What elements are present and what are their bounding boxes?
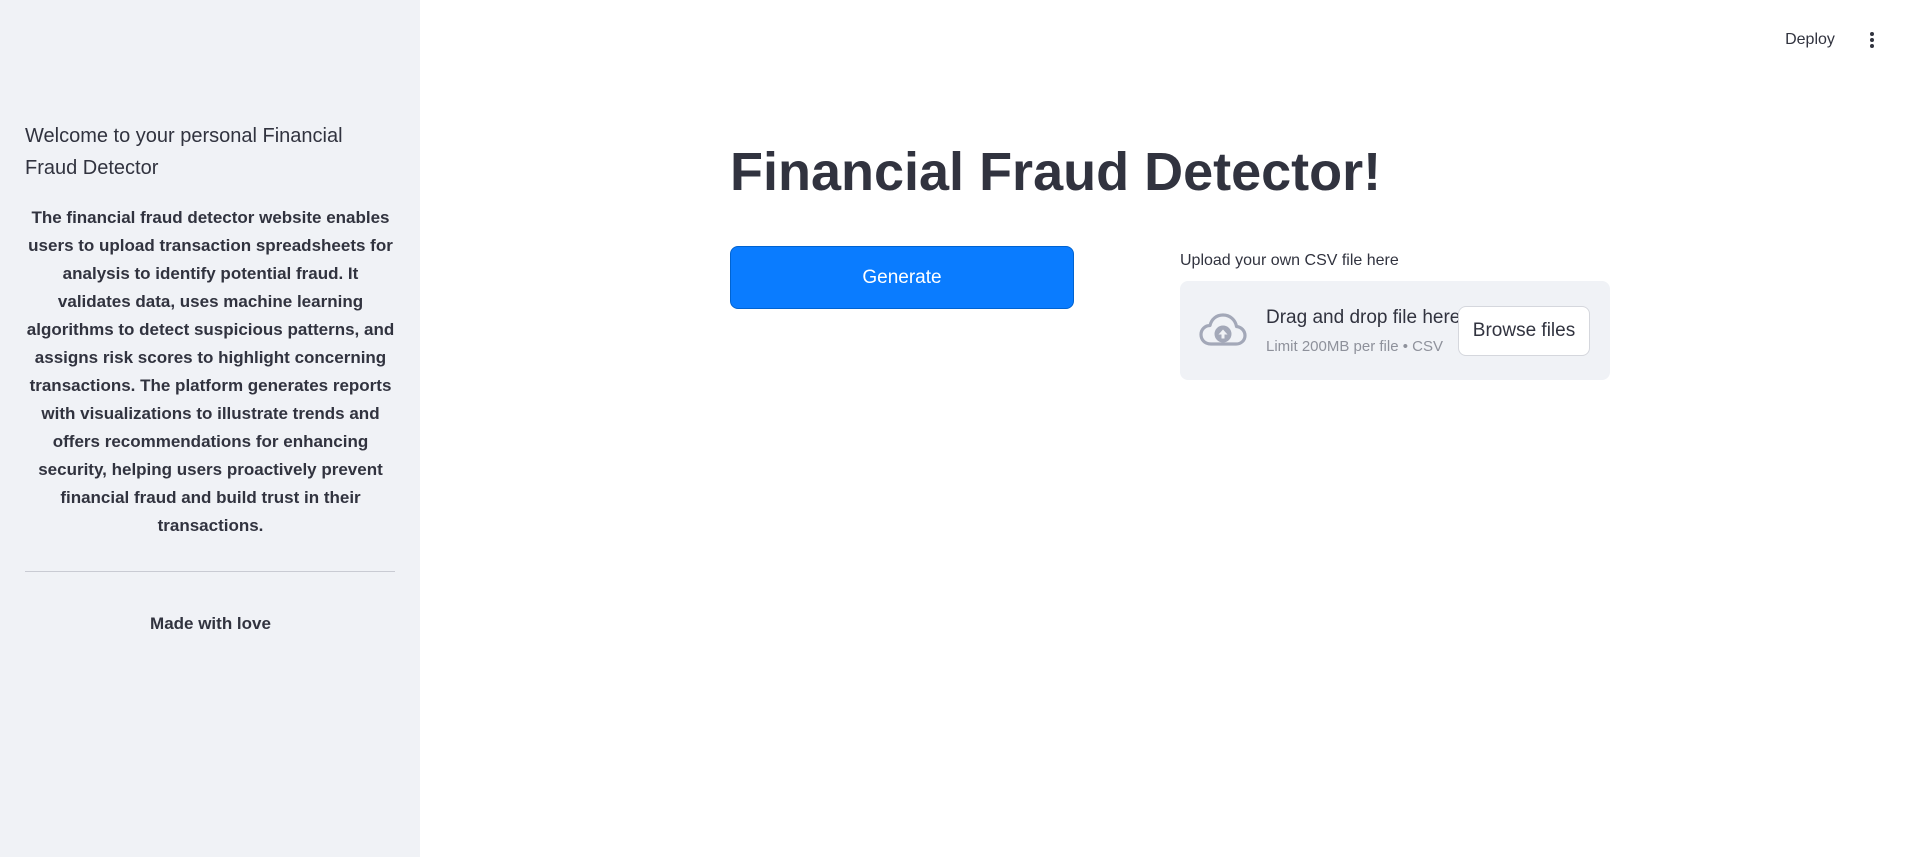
menu-dot [1870,38,1874,42]
menu-dot [1870,32,1874,36]
sidebar: Welcome to your personal Financial Fraud… [0,0,420,857]
sidebar-heading: Welcome to your personal Financial Fraud… [25,125,343,179]
page-title: Financial Fraud Detector! [730,142,1382,202]
browse-files-button[interactable]: Browse files [1458,306,1590,356]
sidebar-description: The financial fraud detector website ena… [26,208,395,535]
file-limit-text: Limit 200MB per file • CSV [1266,338,1443,355]
file-dropzone[interactable]: Drag and drop file here Limit 200MB per … [1180,281,1610,380]
sidebar-footer: Made with love [150,614,271,633]
drop-instructions: Drag and drop file here [1266,307,1461,328]
more-vertical-icon[interactable] [1862,26,1882,54]
upload-label: Upload your own CSV file here [1180,252,1399,269]
cloud-upload-icon [1199,313,1247,346]
menu-dot [1870,44,1874,48]
generate-button[interactable]: Generate [730,246,1074,309]
sidebar-divider [25,571,395,572]
deploy-button[interactable]: Deploy [1770,26,1850,54]
